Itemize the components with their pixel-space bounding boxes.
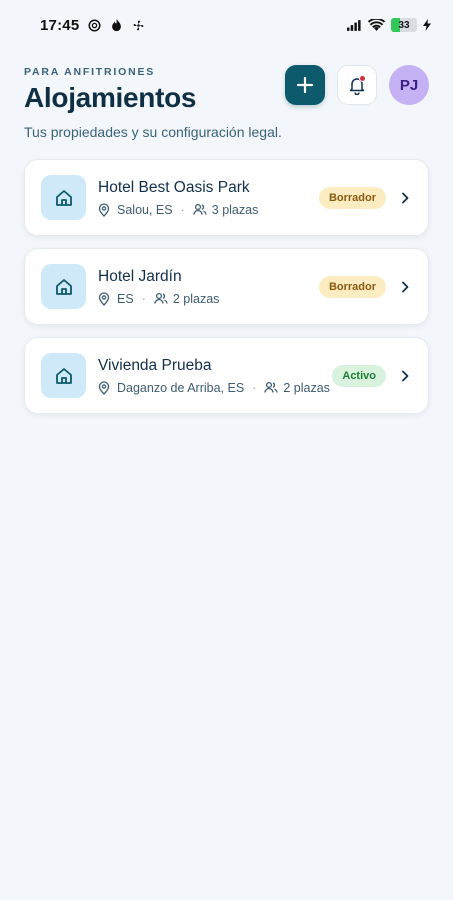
property-info: Hotel Jardín ES · 2 plazas — [98, 268, 319, 306]
page-header: PARA ANFITRIONES Alojamientos Tus propie… — [24, 64, 429, 144]
notification-dot — [359, 75, 366, 82]
property-capacity: 2 plazas — [172, 291, 220, 306]
property-thumbnail — [41, 175, 86, 220]
meta-separator: · — [141, 291, 146, 306]
home-icon — [55, 278, 72, 295]
flame-icon — [109, 18, 123, 32]
home-icon — [55, 189, 72, 206]
status-badge: Borrador — [318, 186, 386, 209]
status-badge: Borrador — [318, 275, 386, 298]
header-actions: PJ — [285, 65, 429, 105]
chevron-right-icon — [398, 369, 412, 383]
location-pin-icon — [98, 291, 112, 306]
property-thumbnail — [41, 353, 86, 398]
property-name: Hotel Jardín — [98, 267, 182, 285]
property-info: Hotel Best Oasis Park Salou, ES · 3 plaz… — [98, 179, 319, 217]
status-left: 17:45 — [40, 17, 145, 34]
home-icon — [55, 367, 72, 384]
property-list: Hotel Best Oasis Park Salou, ES · 3 plaz… — [24, 159, 429, 426]
meta-separator: · — [180, 202, 185, 217]
chevron-right-icon — [398, 280, 412, 294]
property-location: ES — [117, 291, 134, 306]
property-capacity: 3 plazas — [211, 202, 259, 217]
property-name: Hotel Best Oasis Park — [98, 178, 250, 196]
property-thumbnail — [41, 264, 86, 309]
property-card[interactable]: Vivienda Prueba Daganzo de Arriba, ES · … — [24, 337, 429, 414]
status-bar: 17:45 33 — [0, 0, 453, 50]
property-location: Salou, ES — [117, 202, 173, 217]
meta-separator: · — [252, 380, 257, 395]
threads-icon — [87, 18, 101, 32]
add-property-button[interactable] — [285, 65, 325, 105]
status-time: 17:45 — [40, 16, 80, 34]
battery-level: 33 — [398, 19, 410, 31]
guests-icon — [193, 203, 207, 217]
chevron-right-icon — [398, 191, 412, 205]
property-name: Vivienda Prueba — [98, 356, 212, 374]
property-info: Vivienda Prueba Daganzo de Arriba, ES · … — [98, 357, 332, 395]
battery-indicator: 33 — [391, 18, 417, 32]
location-pin-icon — [98, 380, 112, 395]
charging-bolt-icon — [423, 18, 431, 32]
location-pin-icon — [98, 202, 112, 217]
page-eyebrow: PARA ANFITRIONES — [24, 66, 156, 78]
property-card[interactable]: Hotel Best Oasis Park Salou, ES · 3 plaz… — [24, 159, 429, 236]
status-right: 33 — [347, 18, 431, 32]
property-meta: Daganzo de Arriba, ES · 2 plazas — [98, 381, 332, 395]
fan-icon — [131, 18, 145, 32]
guests-icon — [154, 292, 168, 306]
signal-icon — [347, 18, 361, 32]
property-location: Daganzo de Arriba, ES — [117, 380, 245, 395]
notifications-button[interactable] — [337, 65, 377, 105]
page-subtitle: Tus propiedades y su configuración legal… — [24, 124, 282, 140]
status-badge: Activo — [332, 364, 386, 387]
property-meta: Salou, ES · 3 plazas — [98, 203, 319, 217]
property-meta: ES · 2 plazas — [98, 292, 319, 306]
property-capacity: 2 plazas — [283, 380, 330, 395]
guests-icon — [264, 381, 278, 395]
property-card[interactable]: Hotel Jardín ES · 2 plazas Borrador — [24, 248, 429, 325]
plus-icon — [296, 76, 314, 94]
user-avatar[interactable]: PJ — [389, 65, 429, 105]
page-title: Alojamientos — [24, 82, 197, 113]
wifi-icon — [367, 18, 385, 32]
